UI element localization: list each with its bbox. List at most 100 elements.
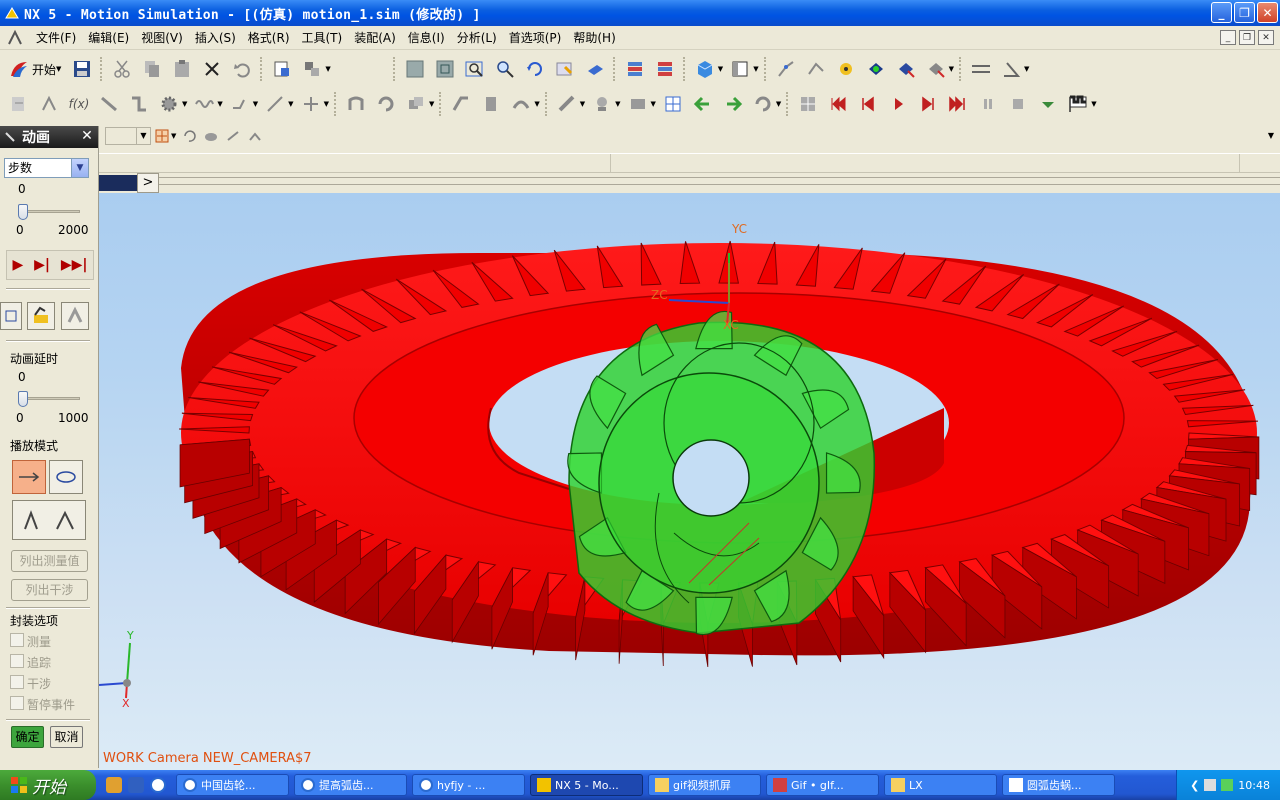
step-back-icon[interactable] <box>856 92 880 116</box>
measure-angle-icon[interactable] <box>999 57 1023 81</box>
play-button[interactable]: ▶ <box>12 257 23 273</box>
drive-icon[interactable] <box>404 92 428 116</box>
expand-panel-button[interactable]: > <box>137 173 159 193</box>
stop-icon[interactable] <box>1006 92 1030 116</box>
fast-forward-icon[interactable] <box>946 92 970 116</box>
eject-icon[interactable] <box>1036 92 1060 116</box>
network-icon[interactable] <box>1221 779 1234 791</box>
rewind-icon[interactable] <box>826 92 850 116</box>
task-item[interactable]: 提高弧齿... <box>294 774 407 796</box>
tray-expand-icon[interactable]: ❮ <box>1190 779 1199 792</box>
arrow-right-icon[interactable] <box>721 92 745 116</box>
doc-restore-button[interactable]: ❐ <box>1239 30 1255 45</box>
gear-icon[interactable] <box>157 92 181 116</box>
task-item[interactable]: gif视频抓屏 <box>648 774 761 796</box>
task-item[interactable]: LX <box>884 774 997 796</box>
resource-tab[interactable] <box>99 175 137 191</box>
record-icon[interactable] <box>27 302 55 330</box>
loop-mode-icon[interactable] <box>49 460 83 494</box>
motion-driver-icon[interactable] <box>834 57 858 81</box>
cut-icon[interactable] <box>110 57 134 81</box>
pin-icon[interactable] <box>4 131 16 143</box>
menu-assembly[interactable]: 装配(A) <box>348 29 402 46</box>
copy-icon[interactable] <box>140 57 164 81</box>
results-icon[interactable] <box>590 92 614 116</box>
joint-icon[interactable] <box>127 92 151 116</box>
menu-analysis[interactable]: 分析(L) <box>451 29 503 46</box>
list-interference-button[interactable]: 列出干涉 <box>11 579 88 601</box>
step-button[interactable]: ▶| <box>34 257 50 273</box>
torque-icon[interactable] <box>299 92 323 116</box>
menu-edit[interactable]: 编辑(E) <box>82 29 135 46</box>
interference-icon[interactable] <box>924 57 948 81</box>
quicklaunch-app2-icon[interactable] <box>128 777 144 793</box>
fit-icon[interactable] <box>403 57 427 81</box>
function-icon[interactable]: f(x) <box>67 92 91 116</box>
slot-icon[interactable] <box>479 92 503 116</box>
motion-body-icon[interactable] <box>37 92 61 116</box>
paste-icon[interactable] <box>170 57 194 81</box>
graphics-viewport[interactable]: YC ZC XC Y X WORK Camera NEW_CAMERA$7 <box>99 193 1280 770</box>
panel-close-icon[interactable]: ✕ <box>79 128 95 144</box>
select-body-icon[interactable] <box>202 127 220 145</box>
ping-pong-icon[interactable] <box>12 500 86 540</box>
motion-joint-icon[interactable] <box>774 57 798 81</box>
menu-format[interactable]: 格式(R) <box>242 29 296 46</box>
filter-select[interactable]: ▼ <box>105 127 151 145</box>
export-icon[interactable] <box>61 302 89 330</box>
step-forward-icon[interactable] <box>916 92 940 116</box>
grid-icon[interactable] <box>661 92 685 116</box>
loop-icon[interactable] <box>751 92 775 116</box>
task-item[interactable]: Gif • gIf... <box>766 774 879 796</box>
menu-insert[interactable]: 插入(S) <box>189 29 242 46</box>
graph-icon[interactable] <box>626 92 650 116</box>
zoom-window-icon[interactable] <box>433 57 457 81</box>
force-icon[interactable] <box>263 92 287 116</box>
undo-icon[interactable] <box>230 57 254 81</box>
start-button[interactable]: 开始 <box>0 770 96 800</box>
pan-icon[interactable] <box>553 57 577 81</box>
spring-icon[interactable] <box>192 92 216 116</box>
menu-help[interactable]: 帮助(H) <box>567 29 621 46</box>
start-menu-button[interactable]: 开始 ▼ <box>4 55 67 83</box>
steps-slider-thumb[interactable] <box>18 204 28 220</box>
quicklaunch-app-icon[interactable] <box>106 777 122 793</box>
select-joint-icon[interactable] <box>246 127 264 145</box>
delete-icon[interactable] <box>200 57 224 81</box>
trace-checkbox[interactable] <box>10 654 24 668</box>
finish-flag-icon[interactable] <box>1066 92 1090 116</box>
point-on-curve-icon[interactable] <box>449 92 473 116</box>
marker-icon[interactable] <box>864 57 888 81</box>
rotate-icon[interactable] <box>523 57 547 81</box>
snapshot-icon[interactable] <box>0 302 22 330</box>
animation-mode-select[interactable]: 步数 ▼ <box>4 158 89 178</box>
save-icon[interactable] <box>70 57 94 81</box>
close-button[interactable]: ✕ <box>1257 2 1278 23</box>
interference-checkbox[interactable] <box>10 675 24 689</box>
pause-event-checkbox[interactable] <box>10 696 24 710</box>
select-link-icon[interactable] <box>224 127 242 145</box>
doc-close-button[interactable]: ✕ <box>1258 30 1274 45</box>
properties-icon[interactable] <box>270 57 294 81</box>
task-item[interactable]: hyfjy - ... <box>412 774 525 796</box>
task-item[interactable]: 圆弧齿蜗... <box>1002 774 1115 796</box>
selection-filter-icon[interactable] <box>300 57 324 81</box>
link-icon[interactable] <box>97 92 121 116</box>
zoom-icon[interactable] <box>463 57 487 81</box>
fast-forward-button[interactable]: ▶▶| <box>61 257 88 273</box>
task-item[interactable]: 中国齿轮... <box>176 774 289 796</box>
motion-link-icon[interactable] <box>804 57 828 81</box>
solver-icon[interactable] <box>555 92 579 116</box>
ok-button[interactable]: 确定 <box>11 726 44 748</box>
pause-icon[interactable] <box>976 92 1000 116</box>
arrow-left-icon[interactable] <box>691 92 715 116</box>
refresh-icon[interactable] <box>583 57 607 81</box>
view-orient-icon[interactable] <box>728 57 752 81</box>
task-item-active[interactable]: NX 5 - Mo... <box>530 774 643 796</box>
maximize-button[interactable]: ❐ <box>1234 2 1255 23</box>
contact-icon[interactable] <box>228 92 252 116</box>
list-measurements-button[interactable]: 列出测量值 <box>11 550 88 572</box>
cancel-button[interactable]: 取消 <box>50 726 83 748</box>
render-style-icon[interactable] <box>693 57 717 81</box>
sensor-icon[interactable] <box>894 57 918 81</box>
